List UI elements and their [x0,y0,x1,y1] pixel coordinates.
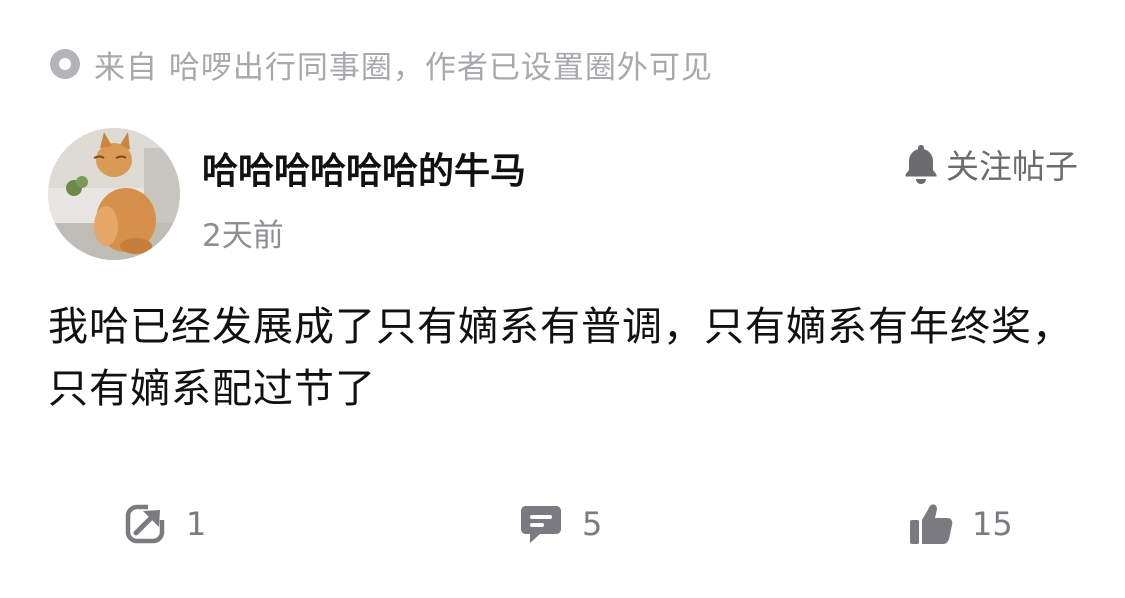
post-source-line: 来自 哈啰出行同事圈，作者已设置圈外可见 [48,40,713,88]
author-name[interactable]: 哈哈哈哈哈哈的牛马 [202,142,526,194]
repost-count: 1 [186,505,207,543]
circle-dot-icon [50,49,80,79]
repost-button[interactable]: 1 [124,496,206,552]
post-content: 我哈已经发展成了只有嫡系有普调，只有嫡系有年终奖，只有嫡系配过节了 [48,304,1073,412]
share-arrow-icon [125,502,168,544]
cat-avatar-image [48,128,180,260]
post-header: 哈哈哈哈哈哈的牛马 2天前 关注帖子 [48,128,1078,260]
post-actions-bar: 1 5 15 [0,496,1125,552]
comment-count: 5 [582,505,603,543]
follow-post-button[interactable]: 关注帖子 [902,142,1078,186]
source-text: 来自 哈啰出行同事圈，作者已设置圈外可见 [94,49,713,86]
like-button[interactable]: 15 [908,496,1013,552]
follow-post-label: 关注帖子 [946,147,1078,186]
thumbs-up-icon [910,504,953,544]
comment-icon [521,506,561,543]
post-timestamp: 2天前 [202,218,284,254]
bell-icon [905,145,937,184]
like-count: 15 [972,505,1013,543]
comment-button[interactable]: 5 [518,496,602,552]
avatar[interactable] [48,128,180,260]
